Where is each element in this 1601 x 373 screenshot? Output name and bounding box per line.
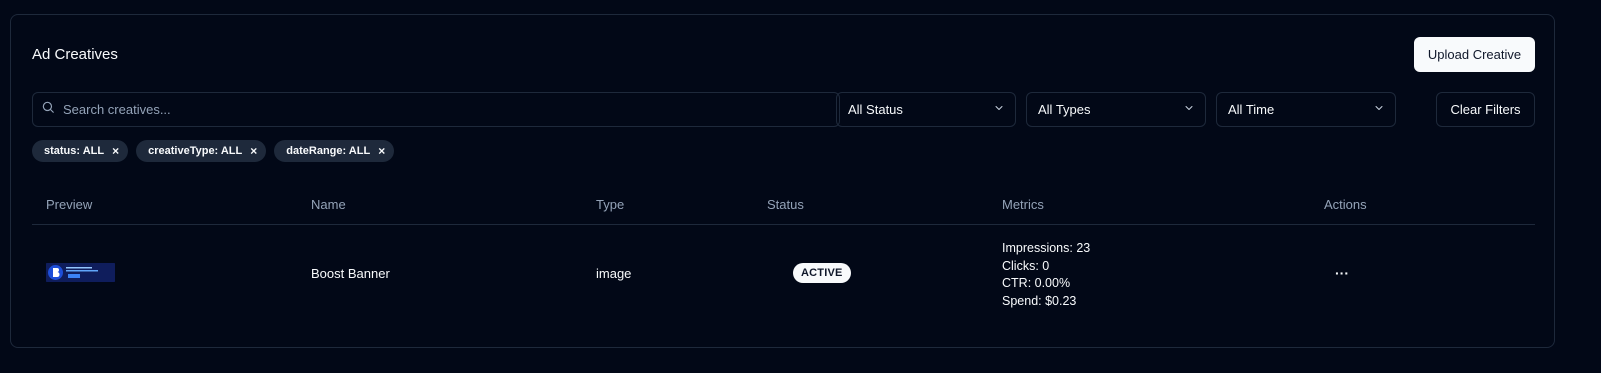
ad-creatives-card: Ad Creatives Upload Creative All Status …	[10, 14, 1555, 348]
filter-chip-date-range: dateRange: ALL ×	[274, 140, 395, 162]
creative-metrics: Impressions: 23 Clicks: 0 CTR: 0.00% Spe…	[1002, 240, 1090, 310]
chevron-down-icon	[993, 102, 1005, 117]
table-header: Preview Name Type Status Metrics Actions	[32, 185, 1535, 225]
status-badge: ACTIVE	[793, 263, 851, 283]
filter-chip-label: creativeType: ALL	[148, 145, 243, 157]
clear-filters-button[interactable]: Clear Filters	[1436, 92, 1535, 127]
remove-filter-icon[interactable]: ×	[378, 145, 385, 157]
search-input[interactable]	[63, 102, 823, 117]
metric-spend: Spend: $0.23	[1002, 293, 1077, 308]
page-title: Ad Creatives	[32, 46, 118, 63]
column-header-actions: Actions	[1324, 197, 1367, 212]
metric-clicks: Clicks: 0	[1002, 258, 1050, 273]
metric-impressions: Impressions: 23	[1002, 241, 1091, 255]
chevron-down-icon	[1373, 102, 1385, 117]
chevron-down-icon	[1183, 102, 1195, 117]
search-box[interactable]	[32, 92, 840, 127]
column-header-type: Type	[596, 197, 625, 212]
table-row: Boost Banner image ACTIVE Impressions: 2…	[32, 225, 1535, 323]
filter-chip-status: status: ALL ×	[32, 140, 129, 162]
creative-name: Boost Banner	[311, 266, 390, 281]
remove-filter-icon[interactable]: ×	[250, 145, 257, 157]
active-filter-chips: status: ALL × creativeType: ALL × dateRa…	[32, 140, 395, 162]
column-header-status: Status	[767, 197, 804, 212]
creative-preview-thumbnail[interactable]	[46, 263, 115, 282]
remove-filter-icon[interactable]: ×	[112, 145, 119, 157]
filter-chip-label: status: ALL	[44, 145, 105, 157]
type-filter-select[interactable]: All Types	[1026, 92, 1206, 127]
column-header-metrics: Metrics	[1002, 197, 1044, 212]
filter-chip-label: dateRange: ALL	[286, 145, 371, 157]
metric-ctr: CTR: 0.00%	[1002, 276, 1071, 290]
time-filter-value: All Time	[1228, 102, 1275, 117]
search-icon	[41, 100, 55, 119]
more-horizontal-icon[interactable]: ···	[1330, 261, 1354, 285]
time-filter-select[interactable]: All Time	[1216, 92, 1396, 127]
upload-creative-button[interactable]: Upload Creative	[1414, 37, 1535, 72]
status-filter-select[interactable]: All Status	[836, 92, 1016, 127]
status-filter-value: All Status	[848, 102, 903, 117]
type-filter-value: All Types	[1038, 102, 1091, 117]
column-header-name: Name	[311, 197, 346, 212]
creative-type: image	[596, 266, 632, 281]
filter-chip-creative-type: creativeType: ALL ×	[136, 140, 267, 162]
column-header-preview: Preview	[46, 197, 93, 212]
creatives-table: Preview Name Type Status Metrics Actions…	[32, 185, 1535, 323]
